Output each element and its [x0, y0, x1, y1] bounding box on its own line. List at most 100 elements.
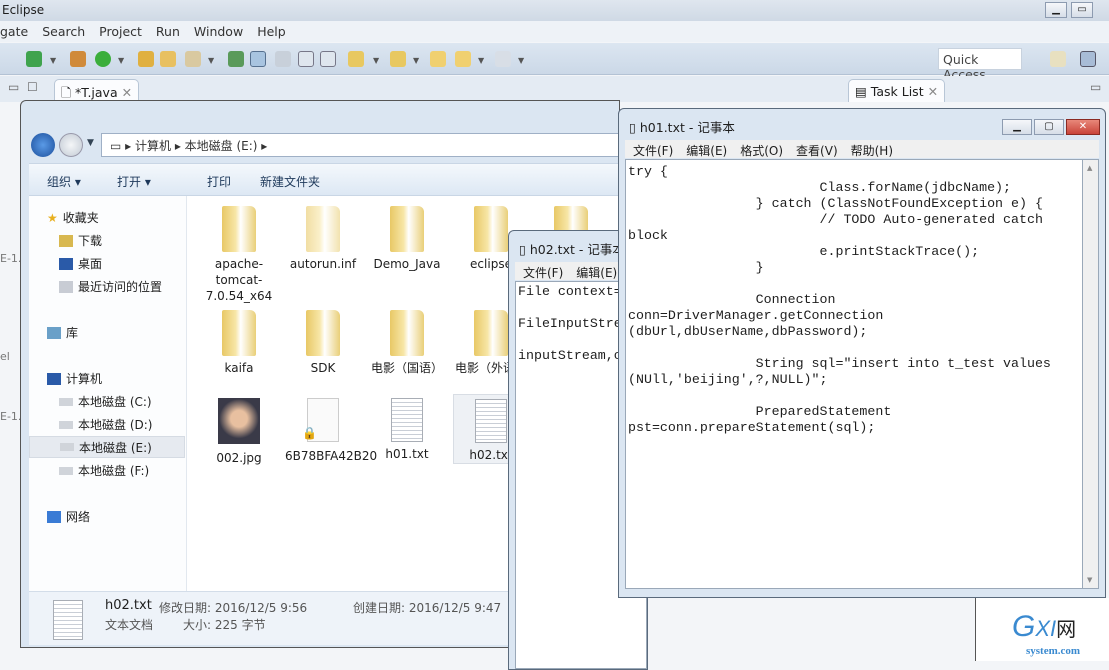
text-file-icon — [391, 398, 423, 442]
tab-t-java[interactable]: 🗋 *T.java ✕ — [54, 79, 140, 102]
file-item[interactable]: 002.jpg — [201, 398, 277, 466]
downloads-icon — [59, 234, 73, 247]
nav-drive-f[interactable]: 本地磁盘 (F:) — [59, 462, 149, 479]
organize-button[interactable]: 组织 ▾ — [47, 173, 81, 190]
file-item[interactable]: 电影（国语） — [369, 310, 445, 376]
menu-help[interactable]: 帮助(H) — [851, 142, 893, 158]
file-item[interactable]: Demo_Java — [369, 206, 445, 272]
maximize-button[interactable]: ▢ — [1034, 119, 1064, 135]
file-item[interactable]: apache-tomcat-7.0.54_x64 — [201, 206, 277, 304]
side-text: el — [0, 350, 10, 363]
menu-bar: 文件(F) 编辑(E) 格式(O) 查看(V) 帮助(H) — [625, 140, 1099, 158]
forward-button[interactable] — [59, 133, 83, 157]
show-whitespace-icon[interactable] — [298, 51, 314, 67]
nav-network[interactable]: 网络 — [47, 508, 90, 525]
close-button[interactable]: ✕ — [1066, 119, 1100, 135]
file-item[interactable]: kaifa — [201, 310, 277, 376]
tab-task-list[interactable]: ▤ Task List ✕ — [848, 79, 946, 102]
minimize-button[interactable]: ▁ — [1002, 119, 1032, 135]
maximize-button[interactable]: ▭ — [1071, 2, 1093, 18]
nav-recent-places[interactable]: 最近访问的位置 — [59, 278, 162, 295]
text-file-icon — [475, 399, 507, 443]
menu-project[interactable]: Project — [99, 24, 142, 42]
drive-icon — [59, 420, 73, 429]
folder-icon — [306, 310, 340, 356]
lock-icon: 🔒 — [302, 426, 317, 440]
vertical-scrollbar[interactable]: ▲ ▼ — [1083, 159, 1099, 589]
back-icon[interactable] — [455, 51, 471, 67]
open-button[interactable]: 打开 ▾ — [117, 173, 151, 190]
menu-run[interactable]: Run — [156, 24, 180, 42]
nav-desktop[interactable]: 桌面 — [59, 255, 102, 272]
open-type-icon[interactable] — [138, 51, 154, 67]
java-perspective-icon[interactable] — [1080, 51, 1096, 67]
breadcrumb-computer[interactable]: 计算机 — [135, 139, 171, 153]
back-button[interactable] — [31, 133, 55, 157]
recent-pages-dropdown[interactable]: ▼ — [87, 138, 94, 148]
folder-icon — [474, 206, 508, 252]
menu-file[interactable]: 文件(F) — [523, 264, 563, 280]
open-folder-icon[interactable] — [160, 51, 176, 67]
new-folder-button[interactable]: 新建文件夹 — [260, 173, 320, 190]
last-edit-icon[interactable] — [430, 51, 446, 67]
explorer-toolbar: 组织 ▾ 打开 ▾ 打印 新建文件夹 — [29, 163, 621, 196]
file-item[interactable]: h01.txt — [369, 398, 445, 462]
text-area[interactable]: try { Class.forName(jdbcName); } catch (… — [625, 159, 1083, 589]
block-select-icon[interactable] — [275, 51, 291, 67]
minimize-view-icon[interactable]: ▭ — [8, 80, 19, 94]
file-item[interactable]: autorun.inf — [285, 206, 361, 272]
file-item[interactable]: SDK — [285, 310, 361, 376]
search-icon[interactable] — [185, 51, 201, 67]
open-perspective-icon[interactable] — [1050, 51, 1066, 67]
pilcrow-icon[interactable] — [320, 51, 336, 67]
menu-window[interactable]: Window — [194, 24, 243, 42]
star-icon: ★ — [47, 210, 58, 225]
nav-computer[interactable]: 计算机 — [47, 370, 102, 387]
run-icon[interactable] — [26, 51, 42, 67]
window-title: Eclipse — [2, 3, 45, 17]
print-button[interactable]: 打印 — [207, 173, 231, 190]
next-annotation-icon[interactable] — [348, 51, 364, 67]
watermark-logo: GXI网 system.com — [1012, 610, 1081, 658]
text-file-icon — [53, 600, 83, 640]
nav-drive-e[interactable]: 本地磁盘 (E:) — [29, 436, 185, 458]
breadcrumb-drive-e[interactable]: 本地磁盘 (E:) — [185, 139, 258, 153]
close-icon[interactable]: ✕ — [928, 84, 938, 99]
notepad-h01-window: ▯ h01.txt - 记事本 ▁ ▢ ✕ 文件(F) 编辑(E) 格式(O) … — [618, 108, 1106, 598]
mark-occurrences-icon[interactable] — [250, 51, 266, 67]
quick-access-input[interactable]: Quick Access — [938, 48, 1022, 82]
network-icon — [47, 510, 61, 523]
nav-libraries[interactable]: 库 — [47, 324, 78, 341]
annotation-icon[interactable] — [228, 51, 244, 67]
prev-annotation-icon[interactable] — [390, 51, 406, 67]
menu-help[interactable]: Help — [257, 24, 286, 42]
nav-drive-d[interactable]: 本地磁盘 (D:) — [59, 416, 152, 433]
file-item[interactable]: 🔒 6B78BFA42B20 — [285, 398, 377, 464]
new-package-icon[interactable] — [70, 51, 86, 67]
nav-downloads[interactable]: 下载 — [59, 232, 102, 249]
scroll-up-icon[interactable]: ▲ — [1087, 164, 1092, 172]
drive-icon — [59, 466, 73, 475]
maximize-view-icon[interactable]: ☐ — [27, 80, 38, 94]
close-icon[interactable]: ✕ — [122, 85, 132, 100]
menu-edit[interactable]: 编辑(E) — [686, 142, 727, 158]
address-bar[interactable]: ▭ ▸ 计算机 ▸ 本地磁盘 (E:) ▸ — [101, 133, 621, 157]
task-list-icon: ▤ — [855, 84, 867, 99]
menu-navigate[interactable]: gate — [0, 24, 28, 42]
menu-file[interactable]: 文件(F) — [633, 142, 673, 158]
menu-view[interactable]: 查看(V) — [796, 142, 838, 158]
nav-favorites[interactable]: ★ 收藏夹 — [47, 209, 99, 226]
drive-icon — [59, 397, 73, 406]
menu-edit[interactable]: 编辑(E) — [576, 264, 617, 280]
details-filename: h02.txt — [105, 598, 152, 613]
details-modified: 修改日期: 2016/12/5 9:56 — [159, 601, 308, 615]
minimize-view-icon[interactable]: ▭ — [1090, 80, 1101, 94]
scroll-down-icon[interactable]: ▼ — [1087, 576, 1092, 584]
new-class-icon[interactable] — [95, 51, 111, 67]
menu-format[interactable]: 格式(O) — [740, 142, 783, 158]
navigation-pane: ★ 收藏夹 下载 桌面 最近访问的位置 库 计算机 本地磁盘 (C:) 本地磁盘 … — [29, 196, 187, 591]
nav-drive-c[interactable]: 本地磁盘 (C:) — [59, 393, 152, 410]
menu-search[interactable]: Search — [42, 24, 85, 42]
forward-icon[interactable] — [495, 51, 511, 67]
minimize-button[interactable]: ▁ — [1045, 2, 1067, 18]
